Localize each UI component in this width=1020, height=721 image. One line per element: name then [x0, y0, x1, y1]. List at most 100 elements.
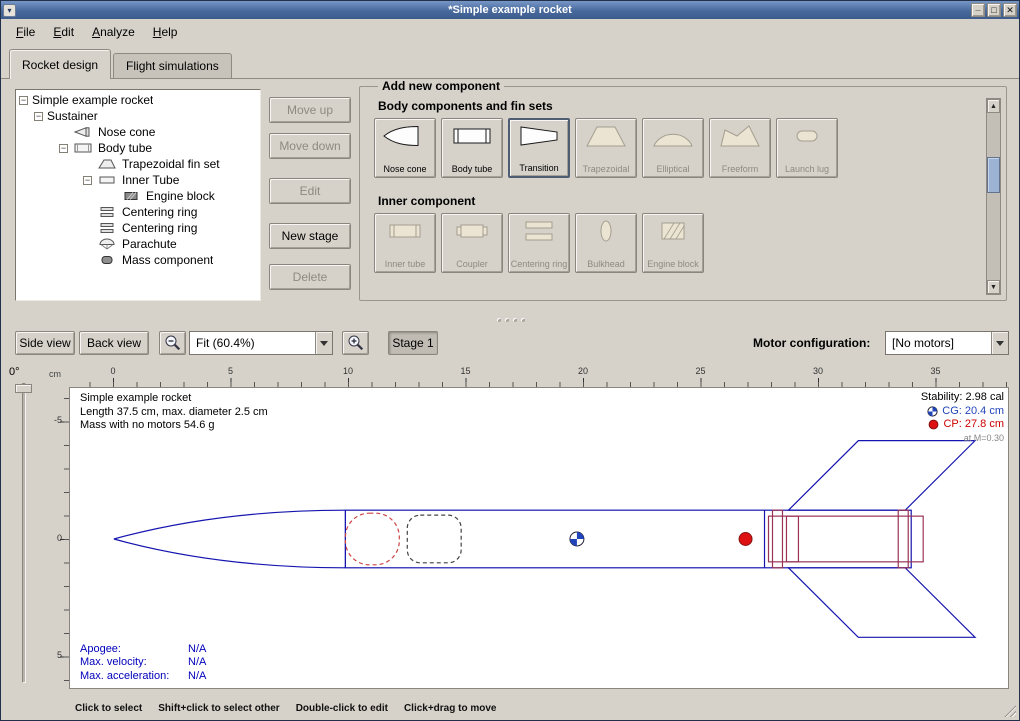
parachute-outline	[345, 513, 399, 565]
tree-item-inner-tube[interactable]: Inner Tube	[16, 172, 260, 188]
inner-tube-icon	[96, 174, 118, 186]
body-tube-icon	[72, 142, 94, 154]
tree-item-body-tube[interactable]: Body tube	[16, 140, 260, 156]
add-nose-cone-button[interactable]: Nose cone	[374, 118, 436, 178]
hint-click-drag: Click+drag to move	[404, 703, 497, 714]
max-acceleration-label: Max. acceleration:	[80, 670, 188, 684]
minimize-button[interactable]: _	[971, 3, 985, 17]
body-components-section-label: Body components and fin sets	[378, 99, 982, 113]
elliptical-fin-icon	[650, 123, 696, 149]
menu-file[interactable]: File	[7, 21, 44, 43]
window-menu-icon[interactable]: ▾	[3, 4, 16, 17]
motor-configuration-value: [No motors]	[886, 336, 991, 350]
add-launch-lug-button[interactable]: Launch lug	[776, 118, 838, 178]
rocket-name: Simple example rocket	[80, 392, 268, 406]
hint-double-click: Double-click to edit	[296, 703, 388, 714]
flight-data: Apogee:N/A Max. velocity:N/A Max. accele…	[80, 643, 206, 684]
tree-item-mass-component[interactable]: Mass component	[16, 252, 260, 268]
zoom-in-button[interactable]	[342, 331, 369, 355]
top-fin	[788, 441, 975, 511]
menu-analyze[interactable]: Analyze	[83, 21, 144, 43]
tab-rocket-design[interactable]: Rocket design	[9, 49, 111, 79]
rocket-canvas[interactable]: Simple example rocket Length 37.5 cm, ma…	[69, 387, 1009, 689]
add-component-panel: Add new component Body components and fi…	[359, 79, 1007, 301]
cg-value: CG: 20.4 cm	[942, 405, 1004, 419]
add-body-tube-button[interactable]: Body tube	[441, 118, 503, 178]
cp-value: CP: 27.8 cm	[943, 418, 1004, 432]
rotation-slider[interactable]	[22, 383, 26, 683]
zoom-out-icon	[164, 334, 182, 352]
back-view-button[interactable]: Back view	[79, 331, 149, 355]
stability-info: Stability: 2.98 cal CG: 20.4 cm CP: 27.8…	[921, 391, 1004, 445]
zoom-in-icon	[347, 334, 365, 352]
inner-tube-icon	[382, 218, 428, 244]
tree-item-centering-ring-2[interactable]: Centering ring	[16, 220, 260, 236]
rocket-info: Simple example rocket Length 37.5 cm, ma…	[80, 392, 268, 433]
maximize-button[interactable]: □	[987, 3, 1001, 17]
tree-item-engine-block[interactable]: Engine block	[16, 188, 260, 204]
menu-edit[interactable]: Edit	[44, 21, 83, 43]
trapezoidal-fin-icon	[583, 123, 629, 149]
tree-item-centering-ring-1[interactable]: Centering ring	[16, 204, 260, 220]
add-engine-block-button[interactable]: Engine block	[642, 213, 704, 273]
max-velocity-value: N/A	[188, 656, 206, 668]
add-component-scrollbar[interactable]: ▲ ▼	[986, 98, 1001, 295]
tree-item-sustainer[interactable]: Sustainer	[16, 108, 260, 124]
move-up-button[interactable]: Move up	[269, 97, 351, 123]
add-elliptical-fin-button[interactable]: Elliptical	[642, 118, 704, 178]
mass-component-outline	[407, 515, 461, 563]
nose-cone-icon	[72, 126, 94, 138]
tree-item-nose-cone[interactable]: Nose cone	[16, 124, 260, 140]
fin-set-icon	[96, 158, 118, 170]
edit-button[interactable]: Edit	[269, 178, 351, 204]
ruler-unit-label: cm	[49, 369, 61, 379]
close-button[interactable]: ✕	[1003, 3, 1017, 17]
add-inner-tube-button[interactable]: Inner tube	[374, 213, 436, 273]
inner-components-outline	[769, 510, 924, 568]
rotation-slider-handle[interactable]	[15, 384, 32, 393]
max-acceleration-value: N/A	[188, 670, 206, 682]
rocket-body-outline	[114, 441, 975, 638]
apogee-value: N/A	[188, 643, 206, 655]
delete-button[interactable]: Delete	[269, 264, 351, 290]
motor-configuration-label: Motor configuration:	[753, 336, 870, 350]
collapse-expander-icon[interactable]	[59, 144, 68, 153]
tree-item-rocket[interactable]: Simple example rocket	[16, 92, 260, 108]
rocket-diagram[interactable]	[70, 388, 1008, 688]
rocket-view-area: 0° cm 0 5 10 15 20 25 30 35 -5 0 5	[1, 361, 1020, 695]
new-stage-button[interactable]: New stage	[269, 223, 351, 249]
tree-item-parachute[interactable]: Parachute	[16, 236, 260, 252]
tab-flight-simulations[interactable]: Flight simulations	[113, 53, 232, 78]
add-transition-button[interactable]: Transition	[508, 118, 570, 178]
add-freeform-fin-button[interactable]: Freeform	[709, 118, 771, 178]
stage-1-toggle[interactable]: Stage 1	[388, 331, 438, 355]
scrollbar-thumb[interactable]	[987, 157, 1000, 193]
add-bulkhead-button[interactable]: Bulkhead	[575, 213, 637, 273]
collapse-expander-icon[interactable]	[34, 112, 43, 121]
scroll-down-icon[interactable]: ▼	[987, 280, 1000, 294]
add-trapezoidal-fin-button[interactable]: Trapezoidal	[575, 118, 637, 178]
menu-bar: File Edit Analyze Help	[1, 19, 1019, 45]
menu-help[interactable]: Help	[144, 21, 187, 43]
zoom-out-button[interactable]	[159, 331, 186, 355]
side-view-button[interactable]: Side view	[15, 331, 75, 355]
inner-component-section-label: Inner component	[378, 194, 982, 208]
chevron-down-icon[interactable]	[315, 332, 332, 354]
motor-configuration-select[interactable]: [No motors]	[885, 331, 1009, 355]
nose-cone-icon	[382, 123, 428, 149]
add-coupler-button[interactable]: Coupler	[441, 213, 503, 273]
collapse-expander-icon[interactable]	[83, 176, 92, 185]
chevron-down-icon[interactable]	[991, 332, 1008, 354]
panel-splitter[interactable]	[1, 313, 1020, 327]
mach-condition: at M=0.30	[921, 432, 1004, 446]
launch-lug-icon	[784, 123, 830, 149]
collapse-expander-icon[interactable]	[19, 96, 28, 105]
zoom-value: Fit (60.4%)	[190, 336, 315, 350]
add-centering-ring-button[interactable]: Centering ring	[508, 213, 570, 273]
move-down-button[interactable]: Move down	[269, 133, 351, 159]
tree-item-trapezoidal-fin-set[interactable]: Trapezoidal fin set	[16, 156, 260, 172]
zoom-select[interactable]: Fit (60.4%)	[189, 331, 333, 355]
scroll-up-icon[interactable]: ▲	[987, 99, 1000, 113]
rocket-mass: Mass with no motors 54.6 g	[80, 419, 268, 433]
status-bar: Click to select Shift+click to select ot…	[1, 695, 1020, 721]
